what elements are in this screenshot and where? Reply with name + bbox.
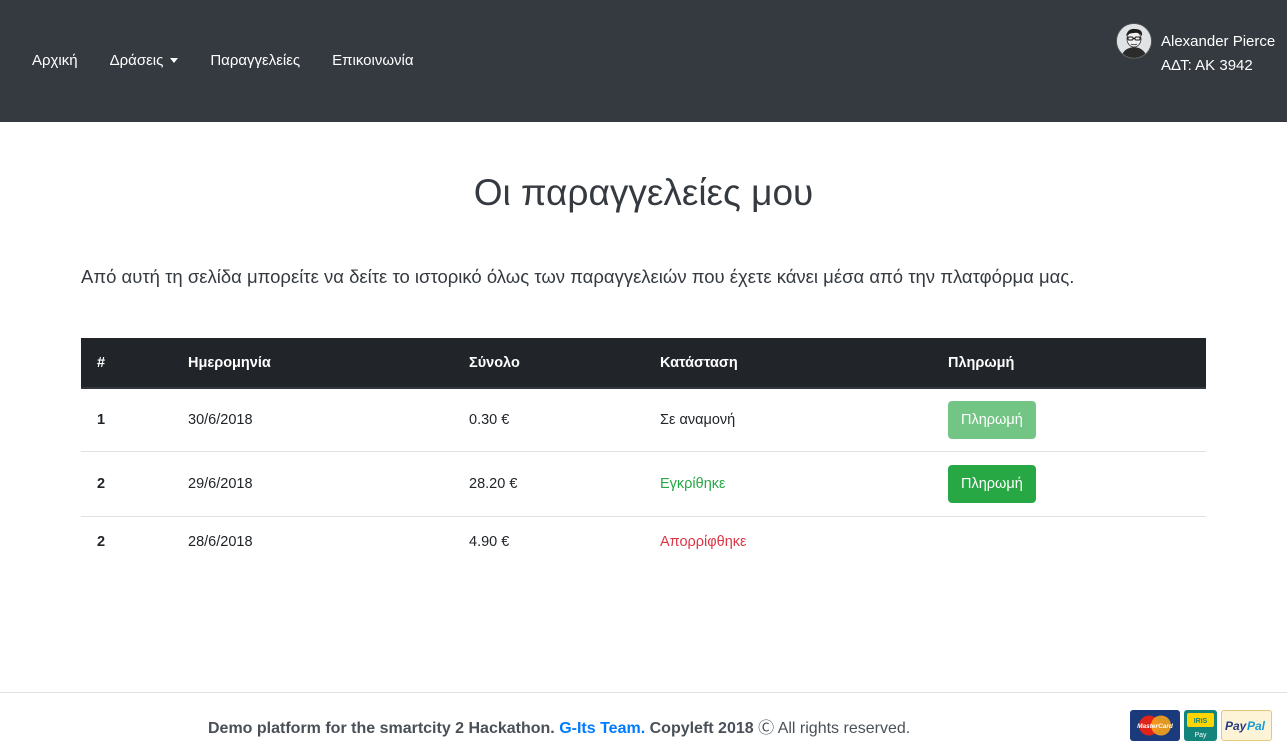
column-header-payment: Πληρωμή: [932, 338, 1206, 389]
paypal-icon: Pay Pal: [1221, 710, 1272, 741]
order-id: 1: [97, 411, 106, 428]
nav-item-home[interactable]: Αρχική: [32, 52, 78, 69]
caret-down-icon: [170, 58, 179, 63]
avatar: [1117, 24, 1151, 58]
team-link[interactable]: G-Its Team.: [559, 720, 645, 737]
table-row: 2 29/6/2018 28.20 € Εγκρίθηκε Πληρωμή: [81, 450, 1206, 516]
payment-cell: Πληρωμή: [932, 450, 1206, 516]
payment-methods: MasterCard IRIS Pay Pay Pal: [1130, 710, 1276, 741]
nav-item-label: Αρχική: [32, 52, 78, 69]
nav-item-actions-dropdown[interactable]: Δράσεις: [110, 52, 179, 69]
payment-cell: Πληρωμή: [932, 388, 1206, 451]
nav-item-label: Δράσεις: [109, 52, 164, 69]
svg-text:Pal: Pal: [1247, 719, 1266, 733]
nav-item-label: Παραγγελείες: [210, 52, 301, 69]
order-date: 28/6/2018: [172, 515, 453, 567]
order-date: 29/6/2018: [172, 450, 453, 516]
nav-menu: Αρχική Δράσεις Παραγγελείες Επικοινωνία: [32, 52, 446, 69]
payment-cell: [932, 515, 1206, 567]
svg-text:Pay: Pay: [1194, 732, 1207, 739]
copyleft-icon: Ⓒ: [758, 720, 775, 737]
svg-text:Pay: Pay: [1225, 719, 1248, 733]
svg-text:MasterCard: MasterCard: [1137, 723, 1174, 730]
footer-prefix: Demo platform for the smartcity 2 Hackat…: [208, 720, 555, 737]
top-navbar: Αρχική Δράσεις Παραγγελείες Επικοινωνία …: [0, 0, 1287, 122]
footer-copyleft: Copyleft 2018: [649, 720, 754, 737]
footer-text: Demo platform for the smartcity 2 Hackat…: [208, 714, 910, 738]
order-id: 2: [81, 515, 172, 567]
table-row: 2 28/6/2018 4.90 € Απορρίφθηκε: [81, 515, 1206, 567]
user-name: Alexander Pierce: [1161, 33, 1276, 50]
footer-rights: All rights reserved.: [777, 720, 911, 737]
nav-item-orders[interactable]: Παραγγελείες: [210, 52, 300, 69]
pay-button[interactable]: Πληρωμή: [948, 464, 1036, 503]
order-status: Εγκρίθηκε: [644, 450, 932, 516]
page-description: Από αυτή τη σελίδα μπορείτε να δείτε το …: [81, 266, 1075, 287]
user-id-number: ΑΔΤ: ΑΚ 3942: [1161, 57, 1253, 74]
iris-pay-icon: IRIS Pay: [1184, 710, 1217, 741]
column-header-status: Κατάσταση: [644, 338, 932, 389]
column-header-id: #: [81, 338, 172, 389]
order-date: 30/6/2018: [188, 411, 253, 428]
orders-table: # Ημερομηνία Σύνολο Κατάσταση Πληρωμή 1 …: [81, 338, 1206, 567]
svg-text:IRIS: IRIS: [1194, 718, 1208, 725]
order-total: 4.90 €: [453, 515, 644, 567]
pay-button[interactable]: Πληρωμή: [948, 400, 1036, 439]
mastercard-icon: MasterCard: [1130, 710, 1180, 741]
order-total: 28.20 €: [453, 450, 644, 516]
order-id: 2: [81, 450, 172, 516]
user-portrait-icon: [1117, 24, 1151, 58]
order-status: Σε αναμονή: [660, 411, 736, 428]
order-status: Απορρίφθηκε: [644, 515, 932, 567]
page-title: Οι παραγγελείες μου: [473, 172, 814, 213]
column-header-date: Ημερομηνία: [172, 338, 453, 389]
table-row: 1 30/6/2018 0.30 € Σε αναμονή Πληρωμή: [81, 388, 1206, 451]
order-total: 0.30 €: [469, 411, 510, 428]
nav-item-contact[interactable]: Επικοινωνία: [332, 52, 413, 69]
table-header-row: # Ημερομηνία Σύνολο Κατάσταση Πληρωμή: [81, 338, 1206, 389]
column-header-total: Σύνολο: [453, 338, 644, 389]
footer: Demo platform for the smartcity 2 Hackat…: [0, 692, 1287, 751]
nav-item-label: Επικοινωνία: [332, 52, 414, 69]
